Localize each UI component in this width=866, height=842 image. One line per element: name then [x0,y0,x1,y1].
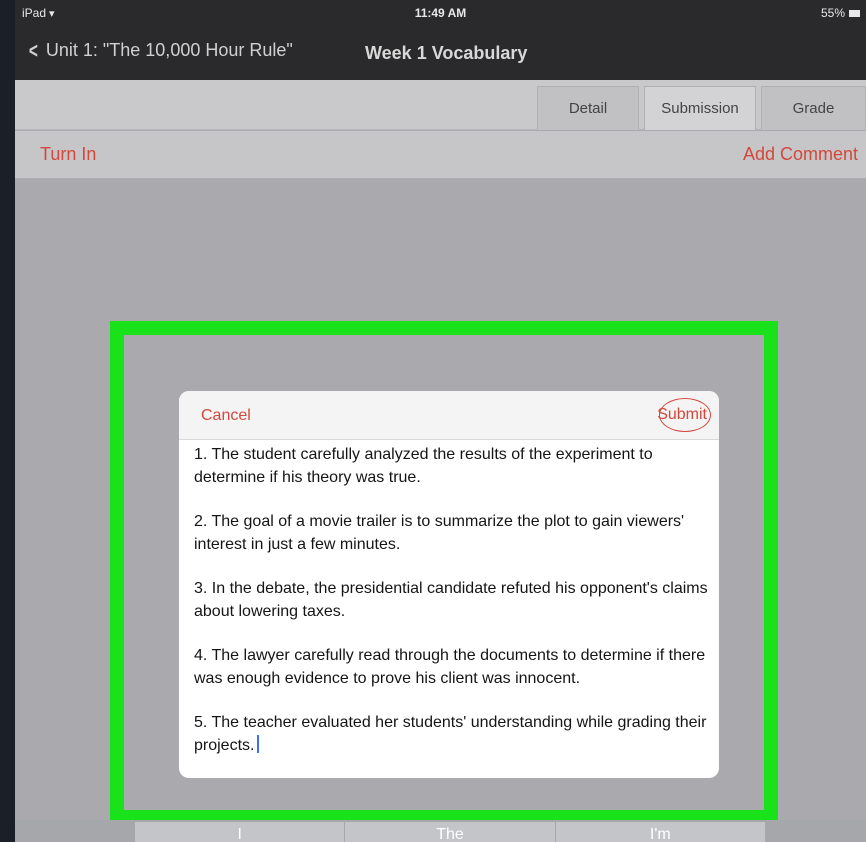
page-title: Week 1 Vocabulary [365,43,528,63]
keyboard-suggestions: I The I'm [135,822,765,842]
action-bar: Turn In Add Comment [15,131,866,179]
battery-percent: 55% [820,6,845,20]
status-time: 11:49 AM [414,6,467,20]
suggestion-1[interactable]: I [135,822,346,842]
add-comment-button[interactable]: Add Comment [743,144,858,165]
tab-submission[interactable]: Submission [644,86,756,130]
submit-button[interactable]: Submit [657,406,707,424]
back-label: Unit 1: "The 10,000 Hour Rule" [45,40,293,60]
submission-text-area[interactable]: 1. The student carefully analyzed the re… [194,443,709,773]
answer-paragraph-text: 5. The teacher evaluated her students' u… [194,714,707,754]
text-cursor [257,735,260,753]
battery-icon [849,9,860,17]
chevron-left-icon: < [28,37,38,63]
back-button[interactable]: < Unit 1: "The 10,000 Hour Rule" [27,37,293,63]
status-right: 55% [821,6,860,20]
dialog-header: Cancel Submit [179,391,719,440]
submission-dialog: Cancel Submit 1. The student carefully a… [179,391,719,778]
answer-paragraph: 4. The lawyer carefully read through the… [194,647,706,687]
top-bar: iPad ▾ 11:49 AM 55% < Unit 1: "The 10,000… [15,0,866,80]
tab-detail[interactable]: Detail [537,86,639,130]
tab-grade[interactable]: Grade [761,86,866,130]
answer-paragraph: 3. In the debate, the presidential candi… [194,580,708,620]
turn-in-button[interactable]: Turn In [40,144,96,165]
suggestion-2[interactable]: The [345,822,556,842]
ipad-screen: iPad ▾ 11:49 AM 55% < Unit 1: "The 10,000… [15,0,866,842]
tab-bar: Detail Submission Grade [15,80,866,130]
answer-paragraph: 1. The student carefully analyzed the re… [194,446,653,486]
answer-paragraph-last: 5. The teacher evaluated her students' u… [194,711,709,757]
answer-paragraph: 2. The goal of a movie trailer is to sum… [194,513,685,553]
suggestion-3[interactable]: I'm [556,822,765,842]
screenshot-frame: iPad ▾ 11:49 AM 55% < Unit 1: "The 10,000… [0,0,866,842]
cancel-button[interactable]: Cancel [201,407,251,425]
